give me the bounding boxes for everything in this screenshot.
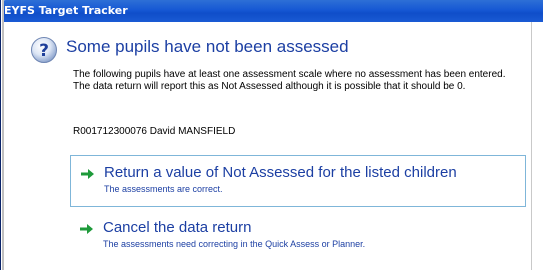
svg-text:?: ? bbox=[39, 41, 49, 61]
window-right-edge bbox=[532, 22, 543, 270]
dialog-window: EYFS Target Tracker ? Some pupils have n… bbox=[0, 0, 543, 270]
option-subtitle: The assessments are correct. bbox=[104, 184, 223, 194]
cancel-data-return-option[interactable]: Cancel the data return The assessments n… bbox=[70, 213, 526, 265]
question-icon: ? bbox=[31, 37, 57, 63]
pupil-list-item: R001712300076 David MANSFIELD bbox=[73, 126, 236, 137]
dialog-message: The following pupils have at least one a… bbox=[73, 69, 506, 92]
dialog-heading: Some pupils have not been assessed bbox=[66, 37, 349, 56]
green-arrow-icon bbox=[81, 169, 94, 179]
return-not-assessed-option[interactable]: Return a value of Not Assessed for the l… bbox=[70, 155, 526, 207]
title-bar[interactable]: EYFS Target Tracker bbox=[0, 0, 543, 22]
window-title: EYFS Target Tracker bbox=[4, 4, 128, 17]
option-title: Cancel the data return bbox=[103, 219, 252, 236]
green-arrow-icon bbox=[80, 224, 93, 234]
option-title: Return a value of Not Assessed for the l… bbox=[104, 164, 457, 181]
option-subtitle: The assessments need correcting in the Q… bbox=[103, 239, 366, 249]
